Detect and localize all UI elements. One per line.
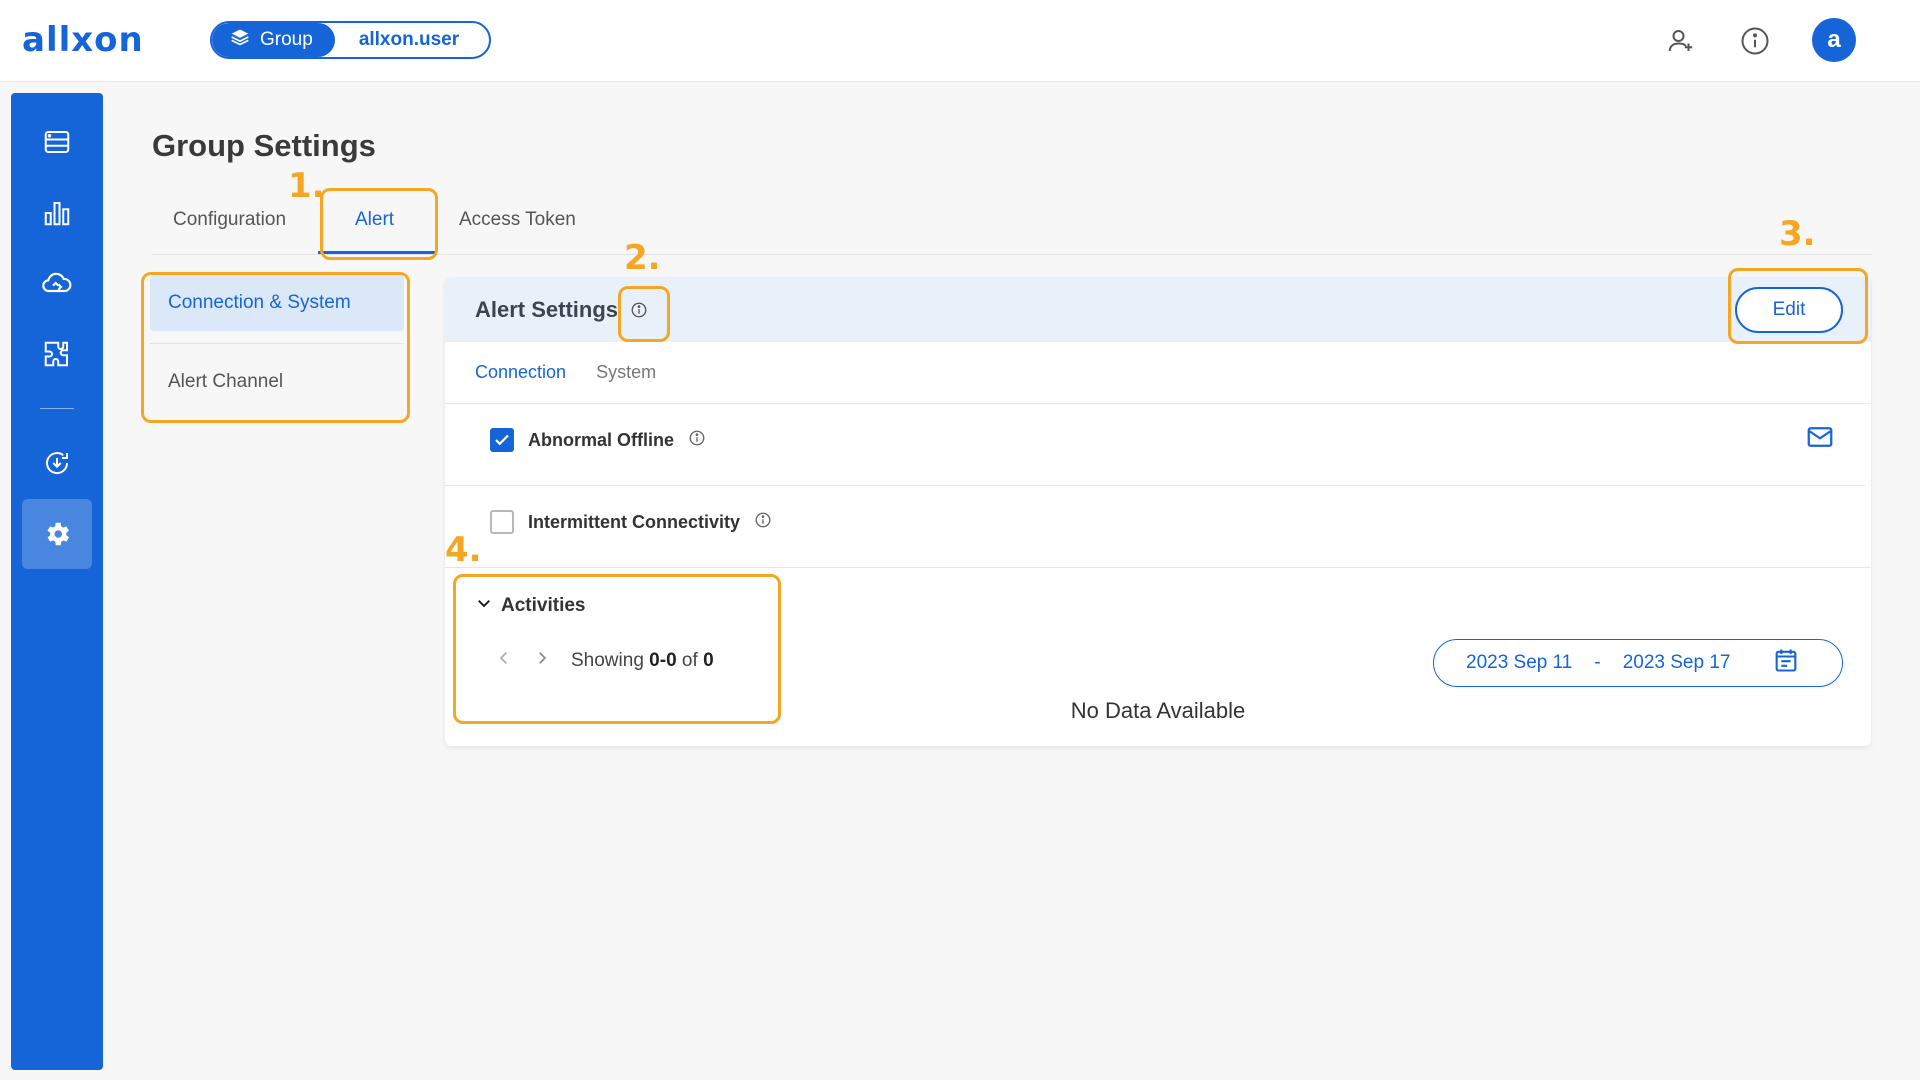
date-start: 2023 Sep 11 — [1466, 652, 1573, 673]
avatar[interactable]: a — [1812, 18, 1856, 62]
abnormal-offline-label: Abnormal Offline — [528, 429, 675, 450]
intermittent-connectivity-label: Intermittent Connectivity — [528, 511, 741, 532]
divider — [445, 403, 1871, 404]
subtab-connection[interactable]: Connection — [475, 362, 566, 383]
divider — [445, 567, 1871, 568]
tab-configuration[interactable]: Configuration — [173, 209, 286, 231]
date-separator: - — [1594, 652, 1601, 673]
highlight-edit-button — [1728, 268, 1868, 344]
nav-divider — [40, 408, 74, 409]
nav-ota-icon[interactable] — [22, 428, 92, 498]
annotation-step-2: 2. — [624, 238, 661, 278]
layers-icon — [230, 27, 250, 53]
top-bar: allxon Group allxon.user a — [0, 0, 1920, 82]
info-icon[interactable] — [754, 511, 772, 534]
add-user-icon[interactable] — [1664, 24, 1698, 58]
annotation-step-3: 3. — [1779, 214, 1816, 254]
date-range-picker[interactable]: 2023 Sep 11 - 2023 Sep 17 — [1433, 639, 1843, 687]
intermittent-connectivity-checkbox[interactable] — [490, 510, 514, 534]
highlight-activities — [453, 574, 781, 724]
card-title: Alert Settings — [475, 297, 618, 323]
info-icon[interactable] — [688, 429, 706, 452]
side-navigation — [11, 93, 103, 1070]
highlight-alert-tab — [320, 188, 438, 260]
alert-row-abnormal-offline: Abnormal Offline — [490, 428, 706, 452]
highlight-side-menu — [141, 272, 410, 423]
tab-access-token[interactable]: Access Token — [459, 209, 576, 231]
annotation-step-4: 4. — [445, 530, 482, 570]
divider — [445, 485, 1865, 486]
subtab-system[interactable]: System — [596, 362, 656, 383]
page-title: Group Settings — [152, 128, 376, 163]
group-segment[interactable]: Group — [212, 23, 335, 57]
username-label: allxon.user — [358, 29, 460, 50]
alert-subtabs: Connection System — [475, 362, 656, 383]
abnormal-offline-checkbox[interactable] — [490, 428, 514, 452]
email-icon[interactable] — [1805, 422, 1835, 457]
group-label: Group — [260, 29, 313, 50]
nav-cloud-sync-icon[interactable] — [22, 248, 92, 318]
alert-row-intermittent-connectivity: Intermittent Connectivity — [490, 510, 772, 534]
nav-devices-icon[interactable] — [22, 107, 92, 177]
calendar-icon[interactable] — [1772, 646, 1800, 680]
nav-plugins-icon[interactable] — [22, 319, 92, 389]
group-switcher[interactable]: Group allxon.user — [210, 21, 491, 59]
highlight-info-icon — [618, 286, 670, 342]
info-icon[interactable] — [1738, 24, 1772, 58]
nav-analytics-icon[interactable] — [22, 178, 92, 248]
nav-settings-icon[interactable] — [22, 499, 92, 569]
date-end: 2023 Sep 17 — [1622, 652, 1731, 673]
allxon-logo[interactable]: allxon — [22, 20, 144, 60]
alert-settings-title: Alert Settings — [475, 297, 619, 322]
